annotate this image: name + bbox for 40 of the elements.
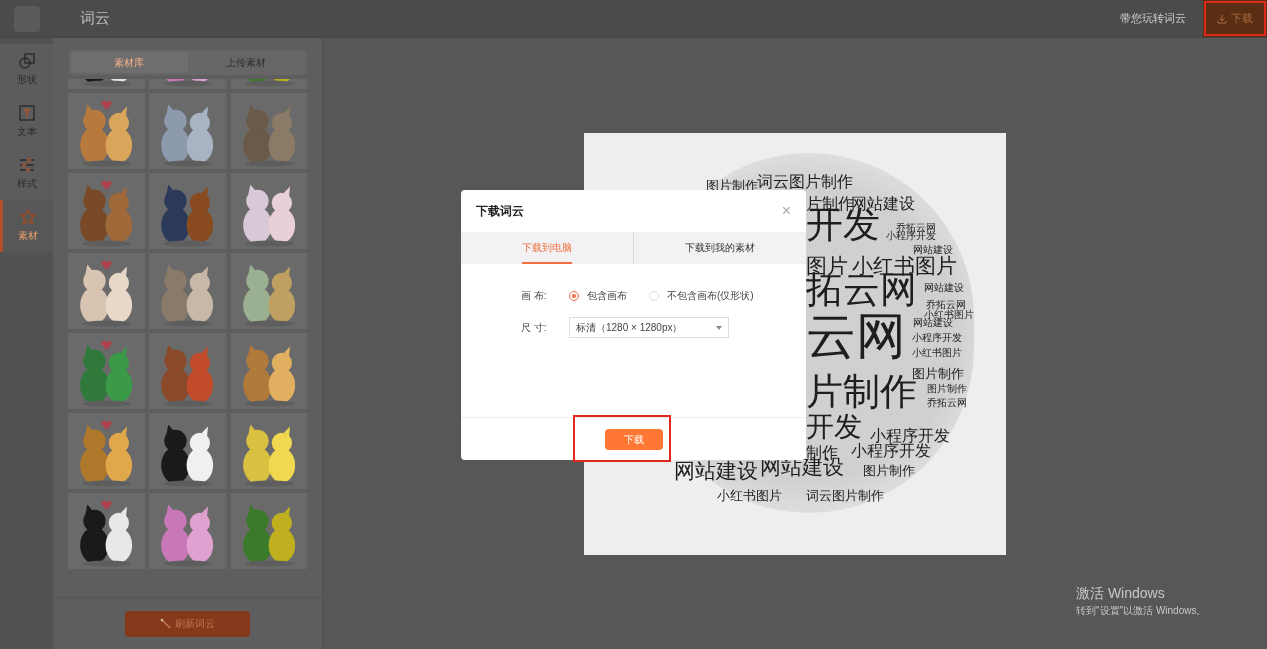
cloud-word: 乔拓云网 xyxy=(926,299,966,310)
cloud-word: 网站建设 xyxy=(674,459,758,481)
guide-link[interactable]: 带您玩转词云 xyxy=(1120,10,1186,27)
cloud-word: 网站建设 xyxy=(924,282,964,293)
cloud-word: 乔拓云网 xyxy=(927,397,967,408)
cloud-word: 网站建设 xyxy=(913,244,953,255)
sliders-icon xyxy=(18,157,35,173)
activation-title: 激活 Windows xyxy=(1076,585,1166,603)
cloud-word: 图片制作 xyxy=(927,383,967,394)
size-select[interactable]: 标清（1280 × 1280px） xyxy=(569,317,729,338)
cloud-word: 小红书图片 xyxy=(912,347,962,358)
dialog-title: 下载词云 xyxy=(476,203,524,220)
cloud-word: 云网 xyxy=(806,310,906,361)
dialog-tab[interactable]: 下载到我的素材 xyxy=(685,232,755,264)
cloud-word: 小程序开发 xyxy=(851,442,931,459)
material-tab[interactable]: 素材库 xyxy=(71,52,188,73)
cloud-word: 小程序开发 xyxy=(912,332,962,343)
caret-icon xyxy=(716,325,722,330)
nav-item[interactable]: 素材 xyxy=(0,200,53,252)
activation-hint: 转到"设置"以激活 Windows。 xyxy=(1076,603,1207,618)
cloud-word: 词云图片制作 xyxy=(757,173,853,190)
dialog-tab[interactable]: 下载到电脑 xyxy=(522,232,572,264)
download-icon xyxy=(1217,13,1227,24)
star-icon xyxy=(20,209,36,225)
cloud-word: 小红书图片 xyxy=(717,488,782,502)
cloud-word: 图片制作 xyxy=(863,463,915,477)
text-icon xyxy=(18,105,35,121)
cloud-word: 开发 xyxy=(806,412,862,441)
field-label: 尺 寸: xyxy=(521,321,548,335)
wand-icon xyxy=(160,618,171,629)
cloud-word: 小程序开发 xyxy=(870,427,950,444)
cloud-word: 词云图片制作 xyxy=(806,488,884,502)
field-label: 画 布: xyxy=(521,289,548,303)
nav-label: 素材 xyxy=(18,229,38,243)
radio-option[interactable]: 包含画布 xyxy=(569,288,627,303)
app-title: 词云 xyxy=(80,8,110,29)
dialog-download-button[interactable]: 下载 xyxy=(604,428,663,450)
shapes-icon xyxy=(18,53,35,69)
radio-option[interactable]: 不包含画布(仅形状) xyxy=(649,288,754,303)
close-button[interactable]: × xyxy=(781,203,791,219)
